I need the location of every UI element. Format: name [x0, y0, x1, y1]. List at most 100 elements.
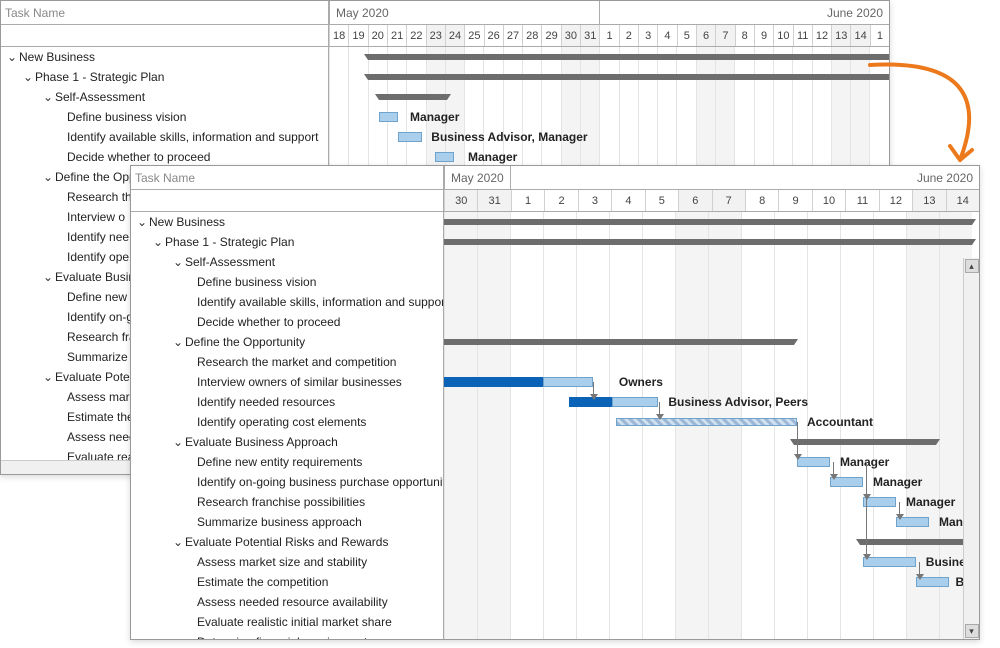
- day-tick: 29: [541, 25, 560, 46]
- chevron-down-icon[interactable]: ⌄: [7, 50, 17, 64]
- chevron-down-icon[interactable]: ⌄: [43, 370, 53, 384]
- task-row[interactable]: Determine financial requirements: [131, 632, 443, 639]
- task-label: Identify available skills, information a…: [197, 295, 444, 309]
- task-name-header-front[interactable]: Task Name: [131, 166, 444, 189]
- task-label: Phase 1 - Strategic Plan: [35, 70, 164, 84]
- task-label: Identify operating cost elements: [197, 415, 366, 429]
- task-label: Research th: [67, 190, 132, 204]
- dependency-arrow-icon: [863, 554, 871, 560]
- task-row[interactable]: Interview owners of similar businesses: [131, 372, 443, 392]
- day-tick: 9: [754, 25, 773, 46]
- day-tick: 1: [870, 25, 889, 46]
- chevron-down-icon[interactable]: ⌄: [43, 170, 53, 184]
- task-label: Assess need: [67, 430, 136, 444]
- task-label: Self-Assessment: [185, 255, 275, 269]
- task-row[interactable]: Identify available skills, information a…: [131, 292, 443, 312]
- day-tick: 2: [544, 190, 577, 211]
- task-bar[interactable]: [379, 112, 398, 122]
- chevron-down-icon[interactable]: ⌄: [173, 335, 183, 349]
- task-name-header[interactable]: Task Name: [1, 1, 329, 24]
- task-bar[interactable]: [543, 377, 593, 387]
- day-tick: 25: [464, 25, 483, 46]
- chevron-down-icon[interactable]: ⌄: [173, 535, 183, 549]
- task-row[interactable]: Assess needed resource availability: [131, 592, 443, 612]
- task-label: Decide whether to proceed: [67, 150, 210, 164]
- scroll-up-icon[interactable]: ▴: [965, 259, 979, 273]
- day-tick: 7: [712, 190, 745, 211]
- task-row[interactable]: Evaluate realistic initial market share: [131, 612, 443, 632]
- day-tick: 11: [793, 25, 812, 46]
- day-tick: 13: [831, 25, 850, 46]
- task-label: Evaluate realistic initial market share: [197, 615, 392, 629]
- task-row[interactable]: Estimate the competition: [131, 572, 443, 592]
- task-row[interactable]: Assess market size and stability: [131, 552, 443, 572]
- chevron-down-icon[interactable]: ⌄: [43, 270, 53, 284]
- task-bar[interactable]: [866, 462, 867, 558]
- vscroll-front[interactable]: ▴ ▾: [963, 258, 979, 639]
- task-row[interactable]: Define business vision: [1, 107, 328, 127]
- task-row[interactable]: Define new entity requirements: [131, 452, 443, 472]
- chevron-down-icon[interactable]: ⌄: [43, 90, 53, 104]
- task-bar[interactable]: [797, 422, 798, 458]
- header-row-2: 1819202122232425262728293031123456789101…: [1, 25, 889, 47]
- header-row-1-front: Task Name May 2020 June 2020: [131, 166, 979, 190]
- task-row[interactable]: Decide whether to proceed: [1, 147, 328, 167]
- task-bar[interactable]: [612, 397, 658, 407]
- task-label: Summarize business approach: [197, 515, 362, 529]
- day-tick: 2: [619, 25, 638, 46]
- dependency-arrow-icon: [896, 514, 904, 520]
- chevron-down-icon[interactable]: ⌄: [173, 435, 183, 449]
- task-row[interactable]: ⌄Evaluate Business Approach: [131, 432, 443, 452]
- task-bar[interactable]: [435, 152, 454, 162]
- chevron-down-icon[interactable]: ⌄: [173, 255, 183, 269]
- task-row[interactable]: ⌄New Business: [131, 212, 443, 232]
- task-row[interactable]: ⌄Evaluate Potential Risks and Rewards: [131, 532, 443, 552]
- day-tick: 7: [715, 25, 734, 46]
- day-tick: 22: [406, 25, 425, 46]
- task-row[interactable]: ⌄New Business: [1, 47, 328, 67]
- day-tick: 10: [812, 190, 845, 211]
- chart-front[interactable]: OwnersBusiness Advisor, PeersAccountantM…: [444, 212, 979, 639]
- scroll-down-icon[interactable]: ▾: [965, 624, 979, 638]
- month-may: May 2020: [329, 1, 599, 24]
- chevron-down-icon[interactable]: ⌄: [153, 235, 163, 249]
- task-row[interactable]: ⌄Phase 1 - Strategic Plan: [131, 232, 443, 252]
- task-row[interactable]: Research franchise possibilities: [131, 492, 443, 512]
- task-row[interactable]: Identify needed resources: [131, 392, 443, 412]
- task-bar[interactable]: [398, 132, 421, 142]
- day-tick: 12: [812, 25, 831, 46]
- task-label: Interview owners of similar businesses: [197, 375, 402, 389]
- summary-bar: [860, 539, 966, 545]
- chevron-down-icon[interactable]: ⌄: [23, 70, 33, 84]
- day-tick: 5: [677, 25, 696, 46]
- task-row[interactable]: ⌄Self-Assessment: [131, 252, 443, 272]
- day-tick: 6: [696, 25, 715, 46]
- day-tick: 10: [773, 25, 792, 46]
- task-row[interactable]: Summarize business approach: [131, 512, 443, 532]
- day-tick: 18: [329, 25, 348, 46]
- assignee-label: Business Advisor, Manager: [431, 130, 587, 144]
- task-label: Estimate the competition: [197, 575, 328, 589]
- day-tick: 6: [678, 190, 711, 211]
- day-tick: 1: [599, 25, 618, 46]
- task-label: Evaluate Business Approach: [185, 435, 338, 449]
- chevron-down-icon[interactable]: ⌄: [137, 215, 147, 229]
- task-row[interactable]: Define business vision: [131, 272, 443, 292]
- assignee-label: Owners: [619, 375, 663, 389]
- task-column-front[interactable]: ⌄New Business⌄Phase 1 - Strategic Plan⌄S…: [131, 212, 444, 639]
- task-row[interactable]: ⌄Define the Opportunity: [131, 332, 443, 352]
- task-row[interactable]: Decide whether to proceed: [131, 312, 443, 332]
- task-row[interactable]: Identify available skills, information a…: [1, 127, 328, 147]
- task-row[interactable]: Identify on-going business purchase oppo…: [131, 472, 443, 492]
- task-bar[interactable]: [444, 377, 543, 387]
- day-tick: 8: [735, 25, 754, 46]
- day-tick: 4: [611, 190, 644, 211]
- task-row[interactable]: Identify operating cost elements: [131, 412, 443, 432]
- task-row[interactable]: Research the market and competition: [131, 352, 443, 372]
- summary-bar: [368, 54, 889, 60]
- summary-bar: [444, 339, 794, 345]
- task-label: Identify on-going business purchase oppo…: [197, 475, 444, 489]
- task-row[interactable]: ⌄Phase 1 - Strategic Plan: [1, 67, 328, 87]
- summary-bar: [379, 94, 447, 100]
- task-row[interactable]: ⌄Self-Assessment: [1, 87, 328, 107]
